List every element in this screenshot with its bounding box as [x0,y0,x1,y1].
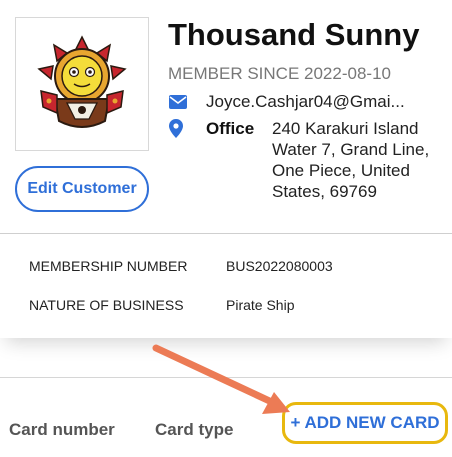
address-line: 240 Karakuri Island [272,119,419,138]
column-header-card-type: Card type [155,420,234,439]
address-label: Office [206,119,255,138]
member-since-text: MEMBER SINCE 2022-08-10 [168,64,391,83]
address-value: 240 Karakuri Island Water 7, Grand Line,… [272,118,440,202]
nature-of-business-label: NATURE OF BUSINESS [29,297,184,313]
avatar [15,17,149,151]
membership-number-label: MEMBERSHIP NUMBER [29,258,188,274]
add-new-card-button[interactable]: + ADD NEW CARD [282,402,448,444]
address-row: Office 240 Karakuri Island Water 7, Gran… [168,118,440,202]
email-row: Joyce.Cashjar04@Gmai... [168,91,405,113]
column-header-card-number: Card number [9,420,115,439]
address-line: Water 7, Grand Line, [272,140,430,159]
customer-email[interactable]: Joyce.Cashjar04@Gmai... [206,92,405,112]
address-line: One Piece, United [272,161,410,180]
membership-number-value: BUS2022080003 [226,258,333,274]
location-pin-icon [169,119,183,138]
edit-customer-button[interactable]: Edit Customer [15,166,149,212]
envelope-icon [169,95,187,109]
section-divider [0,233,452,234]
address-line: States, 69769 [272,182,377,201]
cards-divider [0,377,452,378]
nature-of-business-value: Pirate Ship [226,297,295,313]
thousand-sunny-logo-icon [37,35,127,128]
customer-name: Thousand Sunny [168,17,420,52]
customer-card: Thousand Sunny MEMBER SINCE 2022-08-10 J… [0,0,452,338]
